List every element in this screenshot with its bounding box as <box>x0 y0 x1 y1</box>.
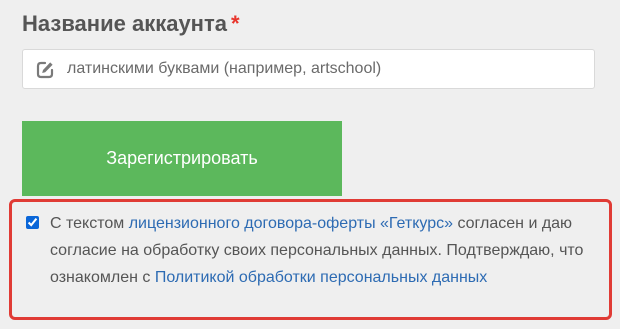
privacy-policy-link[interactable]: Политикой обработки персональных данных <box>155 269 487 286</box>
account-name-label: Название аккаунта * <box>22 9 240 39</box>
account-name-field[interactable] <box>22 49 595 89</box>
required-asterisk: * <box>230 11 240 36</box>
consent-highlight-box: С текстом лицензионного договора-оферты … <box>9 199 612 320</box>
account-name-input[interactable] <box>67 50 587 88</box>
register-button[interactable]: Зарегистрировать <box>22 121 342 196</box>
pencil-square-icon <box>36 61 54 79</box>
license-agreement-link[interactable]: лицензионного договора-оферты «Геткурс» <box>129 215 453 232</box>
consent-text: С текстом лицензионного договора-оферты … <box>50 210 605 291</box>
consent-text-part-1: С текстом <box>50 215 129 232</box>
consent-checkbox[interactable] <box>26 216 39 229</box>
account-name-label-text: Название аккаунта <box>22 11 227 36</box>
